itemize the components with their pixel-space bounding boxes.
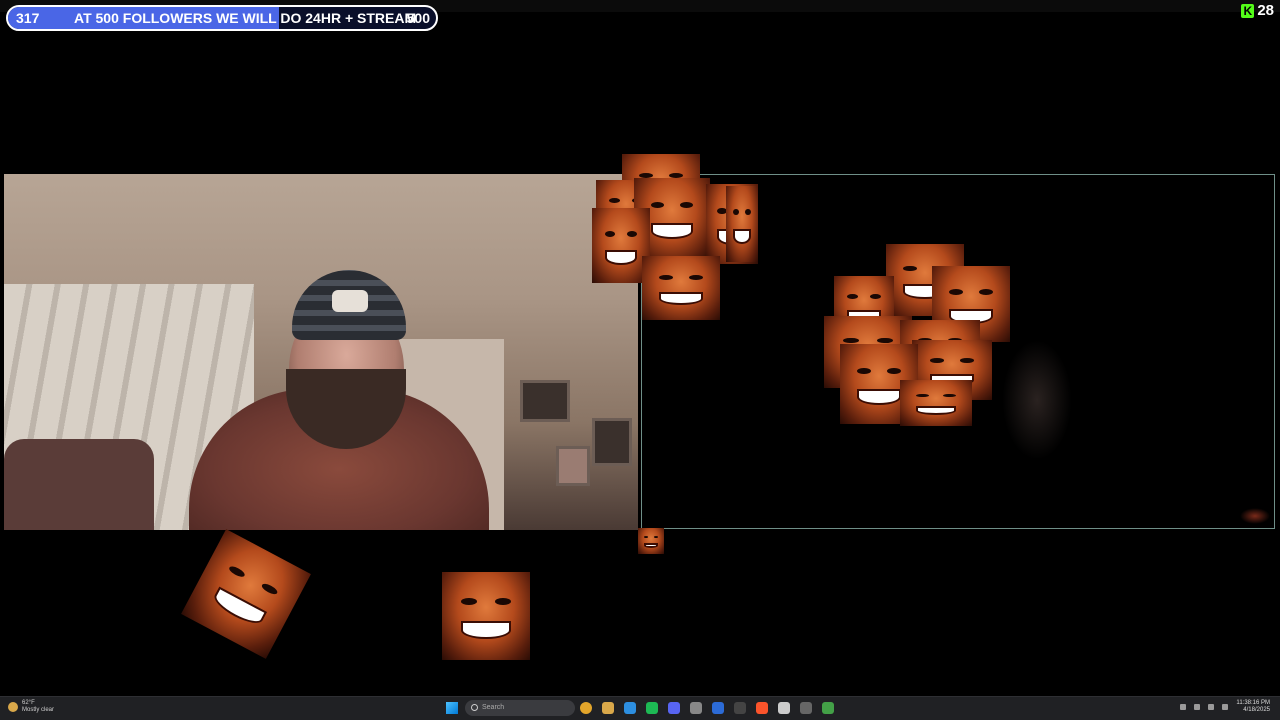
weather-desc: Mostly clear	[22, 707, 55, 713]
search-placeholder: Search	[482, 704, 505, 711]
xbox-icon[interactable]	[822, 702, 834, 714]
start-button[interactable]	[446, 702, 458, 714]
wall-picture	[592, 418, 632, 466]
laughing-emote	[900, 380, 972, 426]
file-explorer-icon[interactable]	[602, 702, 614, 714]
viewer-counter: K 28	[1241, 2, 1274, 19]
corner-glow	[1240, 508, 1270, 524]
shadow-figure	[1002, 340, 1072, 460]
photoshop-icon[interactable]	[712, 702, 724, 714]
wall-picture	[556, 446, 590, 486]
clock-time: 11:38:16 PM	[1236, 700, 1270, 706]
chrome-icon[interactable]	[580, 702, 592, 714]
terminal-icon[interactable]	[734, 702, 746, 714]
couch	[4, 439, 154, 530]
follower-goal-bar: 317 AT 500 FOLLOWERS WE WILL DO 24HR + S…	[6, 5, 438, 31]
search-icon	[471, 704, 478, 711]
network-icon[interactable]	[1194, 704, 1201, 710]
clock-date: 4/18/2025	[1243, 707, 1270, 713]
laughing-emote	[642, 256, 720, 320]
laughing-emote	[638, 528, 664, 554]
battery-icon[interactable]	[1222, 704, 1229, 710]
viewer-count: 28	[1257, 2, 1274, 19]
cap-logo	[332, 290, 368, 312]
brave-icon[interactable]	[756, 702, 768, 714]
app-icon[interactable]	[800, 702, 812, 714]
laughing-emote	[181, 529, 311, 659]
steam-icon[interactable]	[778, 702, 790, 714]
laughing-emote	[442, 572, 530, 660]
goal-message: AT 500 FOLLOWERS WE WILL DO 24HR + STREA…	[74, 10, 417, 26]
obs-icon[interactable]	[690, 702, 702, 714]
laughing-emote	[726, 186, 758, 262]
system-tray: 11:38:16 PM 4/18/2025	[1180, 700, 1270, 714]
webcam-feed	[4, 174, 638, 530]
volume-icon[interactable]	[1208, 704, 1215, 710]
chevron-up-icon[interactable]	[1180, 704, 1187, 710]
taskbar-search[interactable]: Search	[465, 700, 575, 716]
kick-logo-icon: K	[1241, 3, 1255, 18]
clock[interactable]: 11:38:16 PM 4/18/2025	[1236, 700, 1270, 714]
discord-icon[interactable]	[668, 702, 680, 714]
goal-current-count: 317	[16, 10, 40, 26]
weather-moon-icon	[8, 702, 18, 712]
weather-temp: 62°F	[22, 700, 35, 706]
windows-taskbar: 62°F Mostly clear Search 11:38:16 PM 4/1…	[0, 696, 1280, 720]
spotify-icon[interactable]	[646, 702, 658, 714]
weather-widget[interactable]: 62°F Mostly clear	[8, 700, 54, 714]
wall-picture	[520, 380, 570, 422]
edge-icon[interactable]	[624, 702, 636, 714]
goal-target-count: 500	[406, 10, 430, 26]
